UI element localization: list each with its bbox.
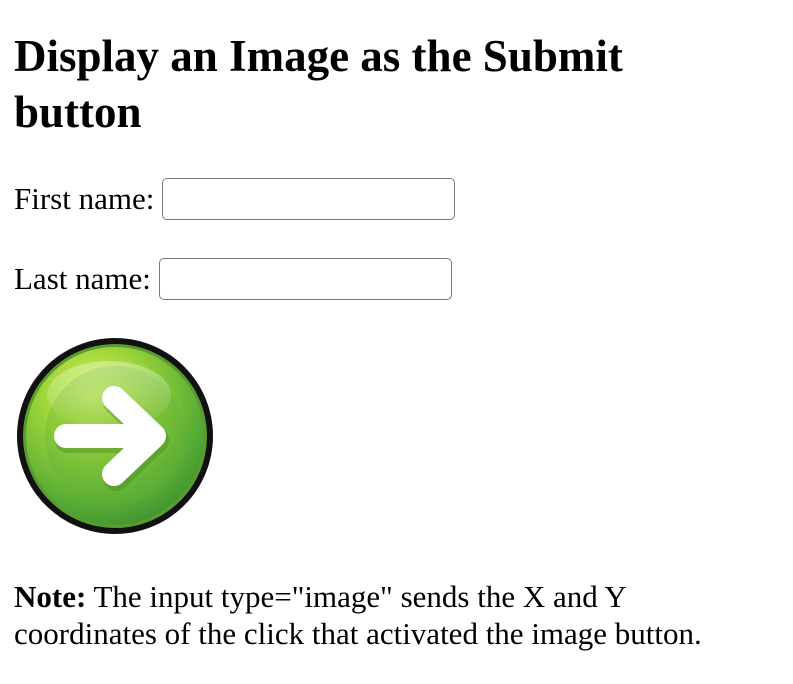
first-name-label: First name: bbox=[14, 181, 155, 216]
note-label: Note: bbox=[14, 579, 87, 614]
note-paragraph: Note: The input type="image" sends the X… bbox=[14, 578, 774, 652]
note-text: The input type="image" sends the X and Y… bbox=[14, 579, 702, 651]
page-title: Display an Image as the Submit button bbox=[14, 31, 623, 137]
first-name-row: First name: bbox=[14, 178, 456, 220]
image-submit-button[interactable] bbox=[14, 335, 216, 537]
first-name-input[interactable] bbox=[162, 178, 456, 220]
last-name-row: Last name: bbox=[14, 258, 452, 300]
last-name-input[interactable] bbox=[158, 258, 452, 300]
arrow-right-icon bbox=[17, 338, 213, 534]
last-name-label: Last name: bbox=[14, 261, 151, 296]
